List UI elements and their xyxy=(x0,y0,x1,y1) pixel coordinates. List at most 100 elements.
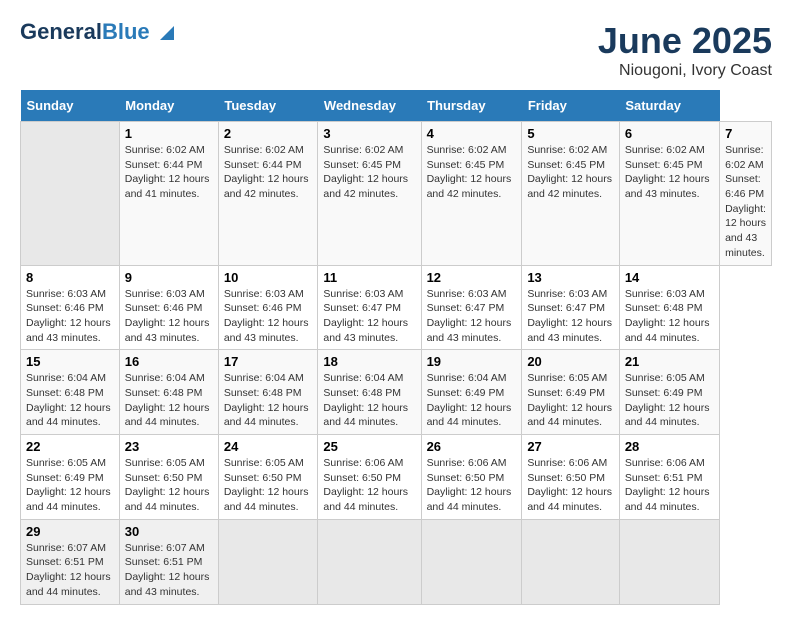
col-wednesday: Wednesday xyxy=(318,90,421,122)
day-number: 9 xyxy=(125,270,213,285)
day-number: 28 xyxy=(625,439,714,454)
day-number: 7 xyxy=(725,126,766,141)
col-saturday: Saturday xyxy=(619,90,719,122)
day-number: 8 xyxy=(26,270,114,285)
title-block: June 2025 Niougoni, Ivory Coast xyxy=(598,20,772,80)
table-row: 14Sunrise: 6:03 AMSunset: 6:48 PMDayligh… xyxy=(619,265,719,350)
col-friday: Friday xyxy=(522,90,619,122)
day-info: Sunrise: 6:03 AMSunset: 6:47 PMDaylight:… xyxy=(527,287,613,346)
day-info: Sunrise: 6:03 AMSunset: 6:46 PMDaylight:… xyxy=(26,287,114,346)
day-number: 16 xyxy=(125,354,213,369)
table-row: 8 Sunrise: 6:03 AMSunset: 6:46 PMDaylight… xyxy=(21,265,120,350)
table-row xyxy=(522,519,619,604)
table-row: 2 Sunrise: 6:02 AMSunset: 6:44 PMDaylight… xyxy=(218,122,318,266)
calendar-week-row: 1 Sunrise: 6:02 AMSunset: 6:44 PMDaylight… xyxy=(21,122,772,266)
day-number: 26 xyxy=(427,439,517,454)
table-row: 10 Sunrise: 6:03 AMSunset: 6:46 PMDayligh… xyxy=(218,265,318,350)
day-number: 19 xyxy=(427,354,517,369)
table-row: 19 Sunrise: 6:04 AMSunset: 6:49 PMDayligh… xyxy=(421,350,522,435)
day-info: Sunrise: 6:02 AMSunset: 6:44 PMDaylight:… xyxy=(125,143,213,202)
logo-text: GeneralBlue xyxy=(20,20,176,44)
table-row: 13 Sunrise: 6:03 AMSunset: 6:47 PMDayligh… xyxy=(522,265,619,350)
col-monday: Monday xyxy=(119,90,218,122)
day-number: 22 xyxy=(26,439,114,454)
day-info: Sunrise: 6:02 AMSunset: 6:44 PMDaylight:… xyxy=(224,143,313,202)
col-sunday: Sunday xyxy=(21,90,120,122)
calendar-subtitle: Niougoni, Ivory Coast xyxy=(598,62,772,80)
table-row: 28 Sunrise: 6:06 AMSunset: 6:51 PMDayligh… xyxy=(619,435,719,520)
table-row: 15 Sunrise: 6:04 AMSunset: 6:48 PMDayligh… xyxy=(21,350,120,435)
table-row: 23 Sunrise: 6:05 AMSunset: 6:50 PMDayligh… xyxy=(119,435,218,520)
day-number: 10 xyxy=(224,270,313,285)
table-row: 20Sunrise: 6:05 AMSunset: 6:49 PMDayligh… xyxy=(522,350,619,435)
table-row: 1 Sunrise: 6:02 AMSunset: 6:44 PMDaylight… xyxy=(119,122,218,266)
table-row: 22 Sunrise: 6:05 AMSunset: 6:49 PMDayligh… xyxy=(21,435,120,520)
day-number: 21 xyxy=(625,354,714,369)
table-row: 16 Sunrise: 6:04 AMSunset: 6:48 PMDayligh… xyxy=(119,350,218,435)
day-number: 23 xyxy=(125,439,213,454)
day-number: 17 xyxy=(224,354,313,369)
day-info: Sunrise: 6:02 AMSunset: 6:45 PMDaylight:… xyxy=(323,143,415,202)
day-number: 13 xyxy=(527,270,613,285)
day-number: 25 xyxy=(323,439,415,454)
calendar-week-row: 22 Sunrise: 6:05 AMSunset: 6:49 PMDayligh… xyxy=(21,435,772,520)
table-row xyxy=(218,519,318,604)
table-row: 24Sunrise: 6:05 AMSunset: 6:50 PMDayligh… xyxy=(218,435,318,520)
day-info: Sunrise: 6:06 AMSunset: 6:51 PMDaylight:… xyxy=(625,456,714,515)
table-row: 30Sunrise: 6:07 AMSunset: 6:51 PMDayligh… xyxy=(119,519,218,604)
calendar-table: Sunday Monday Tuesday Wednesday Thursday… xyxy=(20,90,772,605)
day-info: Sunrise: 6:03 AMSunset: 6:46 PMDaylight:… xyxy=(224,287,313,346)
day-info: Sunrise: 6:05 AMSunset: 6:50 PMDaylight:… xyxy=(125,456,213,515)
table-row: 7Sunrise: 6:02 AMSunset: 6:46 PMDaylight… xyxy=(720,122,772,266)
empty-cell xyxy=(21,122,120,266)
table-row: 29Sunrise: 6:07 AMSunset: 6:51 PMDayligh… xyxy=(21,519,120,604)
day-info: Sunrise: 6:04 AMSunset: 6:48 PMDaylight:… xyxy=(224,371,313,430)
day-number: 20 xyxy=(527,354,613,369)
table-row: 21 Sunrise: 6:05 AMSunset: 6:49 PMDayligh… xyxy=(619,350,719,435)
table-row: 3 Sunrise: 6:02 AMSunset: 6:45 PMDaylight… xyxy=(318,122,421,266)
day-number: 1 xyxy=(125,126,213,141)
day-number: 24 xyxy=(224,439,313,454)
day-number: 27 xyxy=(527,439,613,454)
day-info: Sunrise: 6:02 AMSunset: 6:45 PMDaylight:… xyxy=(527,143,613,202)
table-row: 26Sunrise: 6:06 AMSunset: 6:50 PMDayligh… xyxy=(421,435,522,520)
table-row: 17 Sunrise: 6:04 AMSunset: 6:48 PMDayligh… xyxy=(218,350,318,435)
logo: GeneralBlue xyxy=(20,20,176,44)
day-info: Sunrise: 6:06 AMSunset: 6:50 PMDaylight:… xyxy=(323,456,415,515)
calendar-title: June 2025 xyxy=(598,20,772,62)
calendar-week-row: 29Sunrise: 6:07 AMSunset: 6:51 PMDayligh… xyxy=(21,519,772,604)
table-row: 25 Sunrise: 6:06 AMSunset: 6:50 PMDayligh… xyxy=(318,435,421,520)
table-row: 27 Sunrise: 6:06 AMSunset: 6:50 PMDayligh… xyxy=(522,435,619,520)
day-info: Sunrise: 6:03 AMSunset: 6:48 PMDaylight:… xyxy=(625,287,714,346)
day-info: Sunrise: 6:02 AMSunset: 6:45 PMDaylight:… xyxy=(427,143,517,202)
day-info: Sunrise: 6:07 AMSunset: 6:51 PMDaylight:… xyxy=(26,541,114,600)
day-number: 15 xyxy=(26,354,114,369)
calendar-week-row: 8 Sunrise: 6:03 AMSunset: 6:46 PMDaylight… xyxy=(21,265,772,350)
table-row: 18Sunrise: 6:04 AMSunset: 6:48 PMDayligh… xyxy=(318,350,421,435)
day-number: 12 xyxy=(427,270,517,285)
day-number: 30 xyxy=(125,524,213,539)
day-number: 18 xyxy=(323,354,415,369)
day-info: Sunrise: 6:05 AMSunset: 6:49 PMDaylight:… xyxy=(625,371,714,430)
logo-icon xyxy=(158,24,176,42)
day-info: Sunrise: 6:03 AMSunset: 6:47 PMDaylight:… xyxy=(427,287,517,346)
day-info: Sunrise: 6:04 AMSunset: 6:48 PMDaylight:… xyxy=(125,371,213,430)
table-row: 6Sunrise: 6:02 AMSunset: 6:45 PMDaylight… xyxy=(619,122,719,266)
page-header: GeneralBlue June 2025 Niougoni, Ivory Co… xyxy=(20,20,772,80)
table-row: 4Sunrise: 6:02 AMSunset: 6:45 PMDaylight… xyxy=(421,122,522,266)
day-info: Sunrise: 6:05 AMSunset: 6:49 PMDaylight:… xyxy=(26,456,114,515)
day-info: Sunrise: 6:04 AMSunset: 6:48 PMDaylight:… xyxy=(26,371,114,430)
calendar-week-row: 15 Sunrise: 6:04 AMSunset: 6:48 PMDayligh… xyxy=(21,350,772,435)
day-info: Sunrise: 6:04 AMSunset: 6:49 PMDaylight:… xyxy=(427,371,517,430)
day-info: Sunrise: 6:06 AMSunset: 6:50 PMDaylight:… xyxy=(527,456,613,515)
day-number: 6 xyxy=(625,126,714,141)
table-row: 12 Sunrise: 6:03 AMSunset: 6:47 PMDayligh… xyxy=(421,265,522,350)
day-info: Sunrise: 6:03 AMSunset: 6:46 PMDaylight:… xyxy=(125,287,213,346)
table-row: 11Sunrise: 6:03 AMSunset: 6:47 PMDayligh… xyxy=(318,265,421,350)
day-number: 2 xyxy=(224,126,313,141)
table-row xyxy=(619,519,719,604)
calendar-header-row: Sunday Monday Tuesday Wednesday Thursday… xyxy=(21,90,772,122)
day-number: 3 xyxy=(323,126,415,141)
table-row xyxy=(421,519,522,604)
col-thursday: Thursday xyxy=(421,90,522,122)
